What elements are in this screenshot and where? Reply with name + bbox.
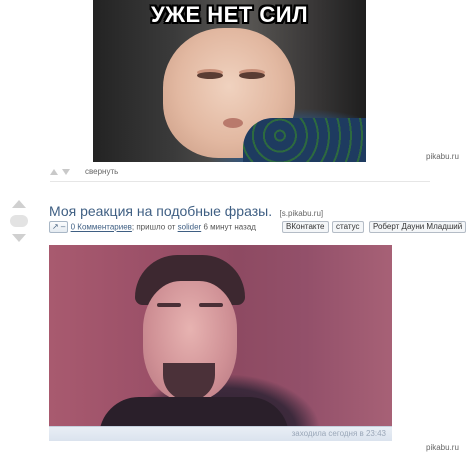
post-gif-image[interactable]: [49, 245, 392, 431]
vote-column: [10, 200, 28, 242]
collapse-link[interactable]: свернуть: [85, 167, 118, 176]
gif-status-text: заходила сегодня в 23:43: [291, 429, 386, 438]
upvote-mini-icon[interactable]: [50, 169, 58, 175]
baby-eye: [197, 72, 223, 79]
tag-vkontakte[interactable]: ВКонтакте: [282, 221, 329, 233]
author-link[interactable]: solider: [178, 223, 202, 232]
share-button[interactable]: ↗ –: [49, 221, 69, 233]
comments-link[interactable]: 0 Комментариев: [71, 223, 132, 232]
man-brow: [199, 303, 223, 307]
meme-caption: УЖЕ НЕТ СИЛ: [150, 2, 309, 27]
upvote-icon[interactable]: [12, 200, 26, 208]
post-title[interactable]: Моя реакция на подобные фразы.: [49, 203, 272, 219]
rating-badge: [10, 215, 28, 227]
downvote-mini-icon[interactable]: [62, 169, 70, 175]
man-brow: [157, 303, 181, 307]
top-meme-image: УЖЕ НЕТ СИЛ: [93, 0, 366, 162]
watermark: pikabu.ru: [426, 443, 459, 452]
divider: [50, 181, 430, 182]
gif-status-bar: заходила сегодня в 23:43: [49, 426, 392, 441]
post-time: 6 минут назад: [203, 222, 256, 232]
post-title-row: Моя реакция на подобные фразы. [s.pikabu…: [49, 203, 323, 221]
baby-mouth: [223, 118, 243, 128]
sent-by-label: ; пришло от: [131, 222, 176, 232]
tag-status[interactable]: статус: [332, 221, 364, 233]
baby-eye: [239, 72, 265, 79]
post-domain[interactable]: [s.pikabu.ru]: [280, 209, 324, 218]
downvote-icon[interactable]: [12, 234, 26, 242]
post-meta: ↗ – 0 Комментариев; пришло от solider 6 …: [49, 221, 256, 234]
baby-shirt: [243, 118, 366, 162]
watermark: pikabu.ru: [426, 152, 459, 161]
tag-robert-downey[interactable]: Роберт Дауни Младший: [369, 221, 467, 233]
